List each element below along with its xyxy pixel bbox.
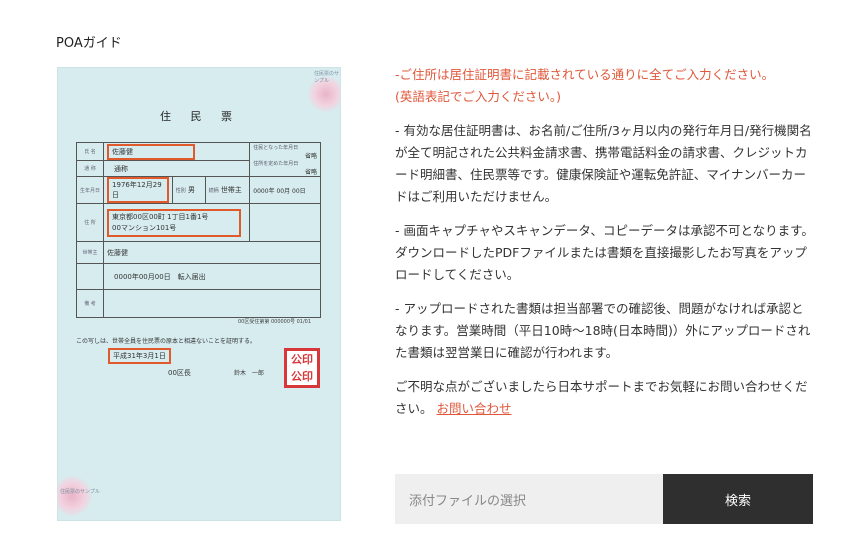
certify-text: この写しは、世帯全員を住民票の原本と相違ないことを証明する。	[76, 338, 257, 345]
name-label: 氏 名	[75, 142, 105, 161]
top-right-value-1: 省略	[304, 152, 317, 160]
address-label: 住 所	[75, 203, 105, 242]
document-title: 住 民 票	[160, 110, 240, 123]
address-line-1: 東京都00区00町 1丁目1番1号	[112, 212, 209, 221]
seal-text: 公印	[291, 370, 313, 383]
sex-value: 男	[187, 186, 195, 194]
upload-area: 添付ファイルの選択 検索	[395, 474, 813, 524]
contact-link[interactable]: お問い合わせ	[437, 401, 512, 416]
instruction-contact: ご不明な点がございましたら日本サポートまでお気軽にお問い合わせください。 お問い…	[395, 376, 815, 420]
instruction-address: -ご住所は居住証明書に記載されている通りに全てご入力ください。 (英語表記でご入…	[395, 64, 815, 108]
corner-stamp: 住民票のサンプル	[314, 71, 340, 84]
top-right-value-2: 省略	[304, 168, 317, 176]
relation-label: 続柄	[208, 188, 219, 194]
seal-text: 公印	[291, 353, 313, 366]
certificate-table: 氏 名 佐藤健 住民となった年月日 省略 住所を定めた年月日 省略 通 称 通称…	[75, 142, 321, 318]
sex-label: 性別	[175, 188, 186, 194]
name-value: 佐藤健	[107, 143, 196, 160]
instruction-review: - アップロードされた書類は担当部署での確認後、問題がなければ承認となります。営…	[395, 301, 811, 360]
instruction-valid-documents: - 有効な居住証明書は、お名前/ご住所/3ヶ月以内の発行年月日/発行機関名が全て…	[395, 123, 812, 204]
top-right-note-2: 住所を定めた年月日	[253, 160, 299, 167]
top-right-note-1: 住民となった年月日	[253, 144, 299, 151]
address-value: 東京都00区00町 1丁目1番1号 00マンション101号	[107, 208, 242, 237]
ward-head: 00区長	[168, 369, 191, 377]
flower-decoration	[58, 476, 92, 516]
alias-value: 通称	[103, 160, 251, 177]
issue-date: 平成31年3月1日	[108, 348, 171, 364]
remarks-label: 備 考	[75, 289, 105, 318]
date-right: 0000年 00月 00日	[249, 176, 321, 204]
search-button[interactable]: 検索	[663, 474, 813, 524]
head-label: 世帯主	[75, 241, 105, 264]
address-line-2: 00マンション101号	[112, 223, 177, 232]
alias-label: 通 称	[75, 160, 105, 177]
document-number: 00区受住第第 000000号 01/01	[238, 319, 312, 325]
corner-stamp: 住民票のサンプル	[60, 489, 100, 495]
birth-value: 1976年12月29日	[107, 177, 169, 203]
instruction-address-line-2: (英語表記でご入力ください。)	[395, 89, 562, 104]
relation-value: 世帯主	[220, 186, 242, 194]
birth-label: 生年月日	[75, 176, 105, 204]
instruction-address-line-1: -ご住所は居住証明書に記載されている通りに全てご入力ください。	[395, 67, 775, 82]
official-seal: 公印 公印	[284, 348, 320, 388]
move-in-record: 0000年00月00日 転入届出	[103, 263, 321, 290]
residence-certificate-sample-image: 住民票のサンプル 住民票のサンプル 住 民 票 氏 名 佐藤健 住民となった年月…	[57, 67, 341, 521]
page-title: POAガイド	[56, 36, 122, 51]
mayor-name: 鈴木 一郎	[234, 370, 265, 377]
instruction-not-accepted: - 画面キャプチャやスキャンデータ、コピーデータは承認不可となります。ダウンロー…	[395, 223, 814, 282]
instructions: -ご住所は居住証明書に記載されている通りに全てご入力ください。 (英語表記でご入…	[395, 64, 815, 432]
head-value: 佐藤健	[103, 241, 321, 264]
file-select-input[interactable]: 添付ファイルの選択	[395, 474, 663, 524]
